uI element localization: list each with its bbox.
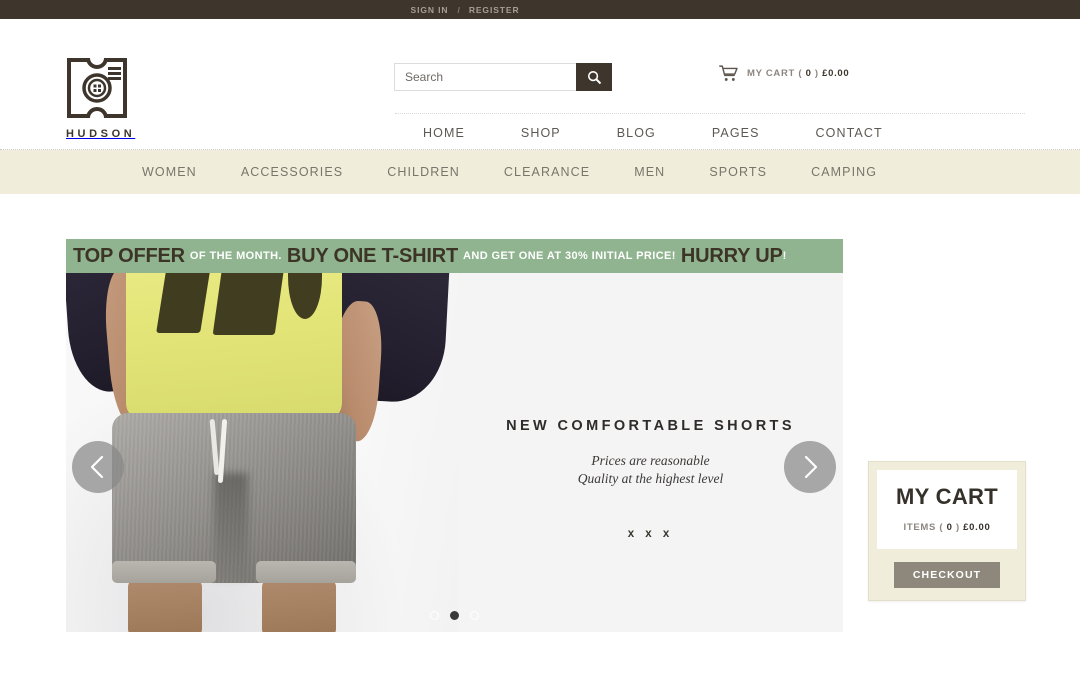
promo-text-5: HURRY UP [680,244,783,267]
sign-in-link[interactable]: SIGN IN [411,5,449,15]
cart-widget-items-label: ITEMS ( [903,522,944,533]
cart-paren: ) [814,68,819,79]
cart-widget-panel: MY CART ITEMS ( 0 ) £0.00 [877,470,1017,549]
hero-subtitle-line-1: Prices are reasonable [591,453,710,468]
search-button[interactable] [576,63,612,91]
category-item-camping[interactable]: CAMPING [789,165,899,179]
hero-subtitle-line-2: Quality at the highest level [577,471,724,487]
slider-dot-3[interactable] [470,611,479,620]
header-cart-label: MY CART ( 0 ) £0.00 [747,68,849,79]
nav-item-pages[interactable]: PAGES [684,126,788,140]
cart-widget: MY CART ITEMS ( 0 ) £0.00 CHECKOUT [868,461,1026,601]
main-content: TOP OFFER OF THE MONTH. BUY ONE T-SHIRT … [0,194,1080,649]
hero-xxx-text: x x x [627,528,674,541]
cart-widget-summary: ITEMS ( 0 ) £0.00 [883,522,1011,533]
hero-slide: NEW COMFORTABLE SHORTS Prices are reason… [66,273,843,632]
cart-widget-total: £0.00 [963,522,991,533]
hero-subtitle: Prices are reasonable Quality at the hig… [578,452,723,488]
promo-text-3: BUY ONE T-SHIRT [286,244,458,267]
nav-item-blog[interactable]: BLOG [589,126,684,140]
hero-slider: TOP OFFER OF THE MONTH. BUY ONE T-SHIRT … [66,239,843,632]
account-links: SIGN IN / REGISTER [411,5,520,15]
promo-text-6: ! [782,250,787,262]
cart-label-text: MY CART ( [747,68,803,79]
site-logo[interactable]: HUDSON [66,57,196,140]
button-label-logo-icon [67,57,127,119]
chevron-right-icon [804,455,818,479]
cart-widget-paren: ) [955,522,960,533]
hero-title: NEW COMFORTABLE SHORTS [506,418,795,434]
category-item-children[interactable]: CHILDREN [365,165,482,179]
search-form [394,63,612,91]
utility-topbar: SIGN IN / REGISTER [0,0,1080,19]
promo-text-4: AND GET ONE AT 30% INITIAL PRICE! [463,250,676,262]
slider-dot-1[interactable] [430,611,439,620]
chevron-left-icon [90,455,104,479]
slider-dot-2[interactable] [450,611,459,620]
nav-item-shop[interactable]: SHOP [493,126,589,140]
topbar-separator: / [457,4,460,15]
search-icon [587,70,601,84]
category-navigation: WOMEN ACCESSORIES CHILDREN CLEARANCE MEN… [0,150,1080,194]
category-item-sports[interactable]: SPORTS [687,165,789,179]
cart-total: £0.00 [822,68,850,79]
main-navigation: HOME SHOP BLOG PAGES CONTACT [395,113,1025,140]
promo-text-1: TOP OFFER [73,244,185,267]
category-item-men[interactable]: MEN [612,165,687,179]
category-item-women[interactable]: WOMEN [120,165,219,179]
category-item-accessories[interactable]: ACCESSORIES [219,165,365,179]
cart-widget-items-count: 0 [946,522,953,533]
category-item-clearance[interactable]: CLEARANCE [482,165,612,179]
logo-wordmark: HUDSON [66,128,136,140]
nav-item-home[interactable]: HOME [395,126,493,140]
header-cart-link[interactable]: MY CART ( 0 ) £0.00 [719,65,849,82]
slider-next-button[interactable] [784,441,836,493]
promo-text-2: OF THE MONTH. [189,250,282,262]
site-header: HUDSON MY CART ( 0 ) £0.00 HOME SHOP BLO… [0,19,1080,150]
register-link[interactable]: REGISTER [469,5,520,15]
checkout-button[interactable]: CHECKOUT [894,562,1000,588]
cart-count: 0 [805,68,812,79]
hero-caption: NEW COMFORTABLE SHORTS Prices are reason… [458,273,843,632]
cart-widget-title: MY CART [896,484,998,509]
slider-pagination [66,611,843,620]
shopping-cart-icon [719,65,738,81]
search-input[interactable] [394,63,576,91]
nav-item-contact[interactable]: CONTACT [788,126,911,140]
hero-product-photo [66,273,458,632]
slider-prev-button[interactable] [72,441,124,493]
promo-banner: TOP OFFER OF THE MONTH. BUY ONE T-SHIRT … [66,239,843,273]
